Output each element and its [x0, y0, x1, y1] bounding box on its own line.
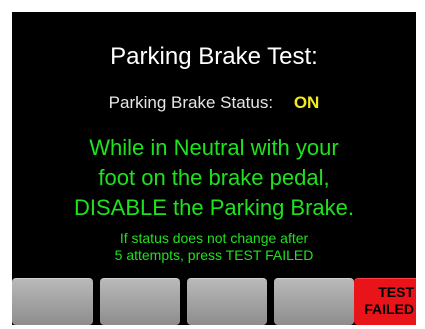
page-title: Parking Brake Test: [110, 43, 318, 70]
display-screen: Parking Brake Test: Parking Brake Status… [12, 12, 416, 325]
instruction-line: While in Neutral with your [89, 135, 339, 160]
instruction-line: foot on the brake pedal, [98, 165, 330, 190]
note: If status does not change after 5 attemp… [12, 230, 416, 264]
test-failed-button[interactable]: TEST FAILED [354, 278, 416, 325]
instructions: While in Neutral with your foot on the b… [12, 133, 416, 223]
test-failed-label-line1: TEST [378, 284, 414, 300]
note-line: 5 attempts, press TEST FAILED [114, 247, 314, 263]
instruction-line: DISABLE the Parking Brake. [73, 195, 355, 220]
softkey-bar: TEST FAILED [12, 276, 416, 325]
softkey-2-button[interactable] [100, 278, 180, 325]
status-label: Parking Brake Status: [108, 93, 274, 112]
softkey-3-button[interactable] [187, 278, 267, 325]
softkey-4-button[interactable] [274, 278, 354, 325]
note-line: If status does not change after [119, 230, 309, 246]
softkey-1-button[interactable] [12, 278, 93, 325]
test-failed-label-line2: FAILED [364, 301, 414, 317]
status-row: Parking Brake Status: ON [12, 92, 416, 114]
status-value: ON [293, 93, 320, 112]
